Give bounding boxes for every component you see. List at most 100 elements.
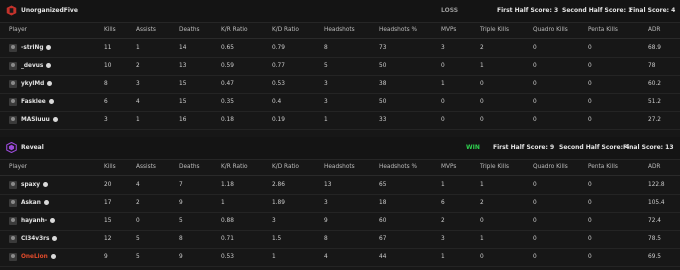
stat-assists: 1 bbox=[136, 117, 140, 123]
stat-adr: 72.4 bbox=[648, 218, 661, 224]
stat-kd-ratio: 0.79 bbox=[272, 45, 285, 51]
stat-adr: 68.9 bbox=[648, 45, 661, 51]
table-row: Askan 17 2 9 1 1.89 3 18 6 2 0 0 105.4 bbox=[0, 194, 680, 213]
player-name[interactable]: MASiuuu bbox=[21, 116, 58, 123]
col-assists: Assists bbox=[136, 27, 156, 33]
stat-kd-ratio: 1.5 bbox=[272, 236, 282, 242]
avatar bbox=[9, 181, 17, 189]
stat-kr-ratio: 0.59 bbox=[221, 63, 234, 69]
verified-check-icon bbox=[46, 44, 52, 50]
stat-kills: 8 bbox=[104, 81, 108, 87]
avatar bbox=[9, 62, 17, 70]
stat-headshots: 3 bbox=[324, 200, 328, 206]
col-mvps: MVPs bbox=[441, 27, 457, 33]
stat-mvps: 1 bbox=[441, 254, 445, 260]
final-score: Final Score: 4 bbox=[629, 7, 676, 14]
stat-headshots: 8 bbox=[324, 45, 328, 51]
player-name[interactable]: ykylMd bbox=[21, 80, 53, 87]
stat-adr: 105.4 bbox=[648, 200, 665, 206]
stat-adr: 60.2 bbox=[648, 81, 661, 87]
player-name[interactable]: spaxy bbox=[21, 181, 49, 188]
player-name[interactable]: _devus bbox=[21, 62, 52, 69]
stat-deaths: 13 bbox=[179, 63, 187, 69]
stat-deaths: 15 bbox=[179, 99, 187, 105]
stat-penta-kills: 0 bbox=[588, 117, 592, 123]
stat-headshots: 4 bbox=[324, 254, 328, 260]
stat-headshots-pct: 65 bbox=[379, 182, 387, 188]
table-row: spaxy 20 4 7 1.18 2.86 13 65 1 1 0 0 122… bbox=[0, 176, 680, 195]
team-header: Reveal WIN First Half Score: 9 Second Ha… bbox=[0, 137, 680, 160]
unorganizedfive-logo-icon bbox=[6, 5, 17, 16]
stat-headshots: 3 bbox=[324, 99, 328, 105]
team-name[interactable]: UnorganizedFive bbox=[21, 7, 78, 14]
stat-kills: 20 bbox=[104, 182, 112, 188]
stat-headshots: 9 bbox=[324, 218, 328, 224]
team-section-unorganizedfive: UnorganizedFive LOSS First Half Score: 3… bbox=[0, 0, 680, 132]
stat-triple-kills: 0 bbox=[480, 81, 484, 87]
player-name[interactable]: hayanh- bbox=[21, 217, 56, 224]
table-row: Fasklee 6 4 15 0.35 0.4 3 50 0 0 0 0 51.… bbox=[0, 93, 680, 112]
stat-kr-ratio: 0.47 bbox=[221, 81, 234, 87]
stat-penta-kills: 0 bbox=[588, 200, 592, 206]
avatar bbox=[9, 217, 17, 225]
col-assists: Assists bbox=[136, 164, 156, 170]
stat-quadro-kills: 0 bbox=[533, 99, 537, 105]
avatar bbox=[9, 199, 17, 207]
reveal-logo-icon bbox=[6, 142, 17, 153]
verified-check-icon bbox=[43, 181, 49, 187]
second-half-score: Second Half Score: 1 bbox=[562, 7, 633, 14]
stat-mvps: 3 bbox=[441, 236, 445, 242]
table-header: Player Kills Assists Deaths K/R Ratio K/… bbox=[0, 159, 680, 176]
stat-kills: 11 bbox=[104, 45, 112, 51]
table-row: -striNg 11 1 14 0.65 0.79 8 73 3 2 0 0 6… bbox=[0, 39, 680, 58]
verified-check-icon bbox=[43, 199, 49, 205]
player-name[interactable]: -striNg bbox=[21, 44, 52, 51]
stat-kills: 12 bbox=[104, 236, 112, 242]
col-kr-ratio: K/R Ratio bbox=[221, 27, 248, 33]
player-name[interactable]: OneLion bbox=[21, 253, 56, 260]
stat-kills: 15 bbox=[104, 218, 112, 224]
player-name[interactable]: Askan bbox=[21, 199, 49, 206]
stat-penta-kills: 0 bbox=[588, 81, 592, 87]
team-name[interactable]: Reveal bbox=[21, 144, 44, 151]
stat-kills: 6 bbox=[104, 99, 108, 105]
stat-kd-ratio: 0.53 bbox=[272, 81, 285, 87]
stat-triple-kills: 0 bbox=[480, 117, 484, 123]
player-name[interactable]: Cl34v3rs bbox=[21, 235, 58, 242]
stat-deaths: 9 bbox=[179, 254, 183, 260]
col-kd-ratio: K/D Ratio bbox=[272, 164, 299, 170]
stat-mvps: 6 bbox=[441, 200, 445, 206]
table-row: _devus 10 2 13 0.59 0.77 5 50 0 1 0 0 78 bbox=[0, 57, 680, 76]
col-kills: Kills bbox=[104, 164, 116, 170]
stat-mvps: 0 bbox=[441, 117, 445, 123]
col-triple-kills: Triple Kills bbox=[480, 27, 510, 33]
stat-kr-ratio: 0.53 bbox=[221, 254, 234, 260]
stat-triple-kills: 0 bbox=[480, 254, 484, 260]
stat-assists: 4 bbox=[136, 99, 140, 105]
avatar bbox=[9, 253, 17, 261]
stat-quadro-kills: 0 bbox=[533, 63, 537, 69]
col-quadro-kills: Quadro Kills bbox=[533, 27, 568, 33]
player-name[interactable]: Fasklee bbox=[21, 98, 54, 105]
table-row: Cl34v3rs 12 5 8 0.71 1.5 8 67 3 1 0 0 78… bbox=[0, 230, 680, 249]
stat-kd-ratio: 3 bbox=[272, 218, 276, 224]
stat-deaths: 15 bbox=[179, 81, 187, 87]
col-triple-kills: Triple Kills bbox=[480, 164, 510, 170]
stat-quadro-kills: 0 bbox=[533, 182, 537, 188]
stat-headshots: 8 bbox=[324, 236, 328, 242]
match-result: LOSS bbox=[441, 7, 459, 14]
stat-quadro-kills: 0 bbox=[533, 236, 537, 242]
col-adr: ADR bbox=[648, 27, 661, 33]
stat-triple-kills: 2 bbox=[480, 45, 484, 51]
avatar bbox=[9, 80, 17, 88]
col-player: Player bbox=[9, 27, 28, 33]
col-headshots-pct: Headshots % bbox=[379, 27, 418, 33]
stat-kr-ratio: 1 bbox=[221, 200, 225, 206]
avatar bbox=[9, 44, 17, 52]
stat-kd-ratio: 0.4 bbox=[272, 99, 282, 105]
final-score: Final Score: 13 bbox=[623, 144, 674, 151]
verified-check-icon bbox=[46, 62, 52, 68]
col-penta-kills: Penta Kills bbox=[588, 164, 618, 170]
stat-headshots-pct: 50 bbox=[379, 99, 387, 105]
stat-assists: 2 bbox=[136, 63, 140, 69]
